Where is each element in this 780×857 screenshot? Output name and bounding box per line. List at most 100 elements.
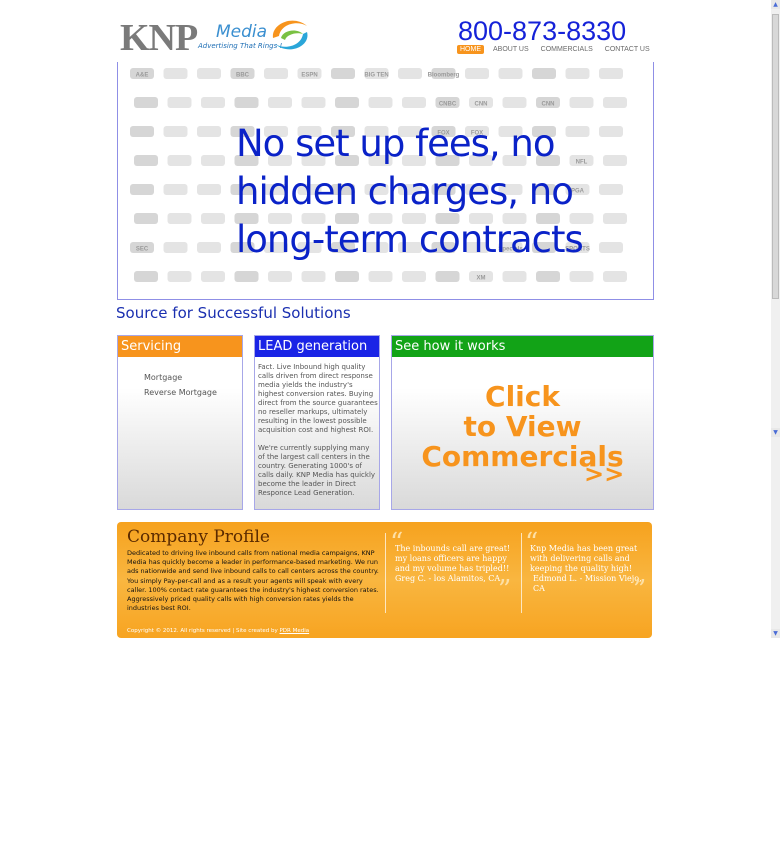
company-profile-title: Company Profile <box>127 527 270 547</box>
hero-line-1: No set up fees, no <box>236 122 556 165</box>
network-logo <box>134 97 158 108</box>
network-logo <box>599 126 623 137</box>
servicing-item-reverse-mortgage[interactable]: Reverse Mortgage <box>144 385 217 400</box>
network-logo <box>201 271 225 282</box>
nav-commercials[interactable]: COMMERCIALS <box>538 45 596 54</box>
svg-text:CNBC: CNBC <box>439 102 457 108</box>
network-logo <box>167 97 192 108</box>
company-profile-text: Dedicated to driving live inbound calls … <box>127 549 379 613</box>
network-logo <box>130 126 154 137</box>
network-logo <box>368 97 393 108</box>
network-logo <box>402 97 426 108</box>
how-it-works-panel[interactable]: See how it works Click to View Commercia… <box>391 335 654 510</box>
network-logo <box>197 126 221 137</box>
nav-about-us[interactable]: ABOUT US <box>490 45 532 54</box>
lead-generation-panel: LEAD generation Fact. Live Inbound high … <box>254 335 380 510</box>
hero-banner: A&E BBC ESPN BIG TEN Bloomberg CNBC CNN CNN FOX F… <box>117 62 654 300</box>
network-logo <box>130 184 154 195</box>
network-logo <box>234 97 259 108</box>
network-logo: ESPN <box>297 68 322 79</box>
svg-text:SEC: SEC <box>136 247 149 253</box>
swirl-logo-icon <box>272 20 308 50</box>
copyright-text: Copyright © 2012. All rights reserved | … <box>127 628 280 634</box>
network-logo <box>368 271 393 282</box>
network-logo <box>569 271 594 282</box>
network-logo <box>599 68 623 79</box>
network-logo <box>134 155 158 166</box>
scroll-down-icon[interactable]: ▼ <box>771 428 780 437</box>
testimonial-1-author: Greg C. - los Alamitos, CA <box>395 574 501 583</box>
network-logo <box>201 213 225 224</box>
network-logo <box>134 213 158 224</box>
network-logo <box>167 213 192 224</box>
testimonial-1: The inbounds call are great! my loans of… <box>395 544 515 584</box>
logo-knp-text[interactable]: KNP <box>120 18 198 58</box>
network-logo <box>599 242 623 253</box>
copyright-line: Copyright © 2012. All rights reserved | … <box>127 628 309 634</box>
testimonial-2-text: Knp Media has been great with delivering… <box>530 544 638 573</box>
network-logo <box>264 68 288 79</box>
network-logo <box>335 271 359 282</box>
network-logo <box>565 68 590 79</box>
network-logo <box>536 271 560 282</box>
network-logo <box>603 155 627 166</box>
testimonial-2: Knp Media has been great with delivering… <box>530 544 648 594</box>
svg-text:ESPN: ESPN <box>301 73 317 79</box>
scroll-up-icon[interactable]: ▲ <box>771 0 780 9</box>
network-logo <box>335 97 359 108</box>
svg-text:BBC: BBC <box>236 73 250 79</box>
network-logo <box>234 271 259 282</box>
view-commercials-link[interactable]: Click to View Commercials <box>392 382 653 472</box>
footer-divider <box>385 533 386 613</box>
network-logo <box>268 271 292 282</box>
svg-text:CNN: CNN <box>542 102 555 108</box>
svg-text:A&E: A&E <box>136 73 149 79</box>
phone-number[interactable]: 800-873-8330 <box>458 16 626 47</box>
servicing-item-mortgage[interactable]: Mortgage <box>144 370 217 385</box>
testimonial-1-text: The inbounds call are great! my loans of… <box>395 544 511 573</box>
servicing-heading: Servicing <box>118 336 242 357</box>
testimonial-2-author: Edmond L. - Mission Viejo, CA <box>533 574 642 593</box>
servicing-panel: Servicing Mortgage Reverse Mortgage <box>117 335 243 510</box>
network-logo <box>331 68 355 79</box>
network-logo <box>163 126 188 137</box>
network-logo: BIG TEN <box>364 68 389 79</box>
network-logo <box>435 271 460 282</box>
scrollbar-thumb[interactable] <box>772 14 779 299</box>
network-logo <box>167 271 192 282</box>
svg-text:CNN: CNN <box>475 102 488 108</box>
svg-text:XM: XM <box>477 276 486 282</box>
network-logo <box>502 271 527 282</box>
network-logo: XM <box>469 271 493 282</box>
network-logo <box>201 155 225 166</box>
network-logo <box>498 68 523 79</box>
network-logo <box>163 184 188 195</box>
hero-line-3: long-term contracts <box>236 218 584 261</box>
nav-home[interactable]: HOME <box>457 45 484 54</box>
network-logo <box>134 271 158 282</box>
network-logo <box>532 68 556 79</box>
network-logo <box>599 184 623 195</box>
network-logo <box>603 97 627 108</box>
network-logo <box>163 242 188 253</box>
hero-line-2: hidden charges, no <box>236 170 574 213</box>
network-logo: Bloomberg <box>428 68 460 79</box>
network-logo <box>201 97 225 108</box>
pdr-media-link[interactable]: PDR Media <box>279 628 309 634</box>
network-logo <box>301 271 326 282</box>
section-subtitle: Source for Successful Solutions <box>116 304 351 322</box>
page-scrollbar[interactable]: ▲ ▼ ▼ <box>771 0 780 638</box>
network-logo: SEC <box>130 242 154 253</box>
cta-line-1: Click <box>485 380 560 413</box>
svg-text:BIG TEN: BIG TEN <box>364 73 388 79</box>
nav-contact-us[interactable]: CONTACT US <box>602 45 653 54</box>
cta-line-2: to View <box>463 410 582 443</box>
scroll-down-icon[interactable]: ▼ <box>771 629 780 638</box>
svg-text:Bloomberg: Bloomberg <box>428 73 460 79</box>
lead-paragraph-2: We're currently supplying many of the la… <box>258 444 376 497</box>
lead-generation-text: Fact. Live Inbound high quality calls dr… <box>258 363 378 498</box>
logo-media-text: Media <box>216 22 268 42</box>
network-logo <box>167 155 192 166</box>
cta-arrow[interactable]: >> <box>584 460 624 488</box>
network-logo <box>268 97 292 108</box>
